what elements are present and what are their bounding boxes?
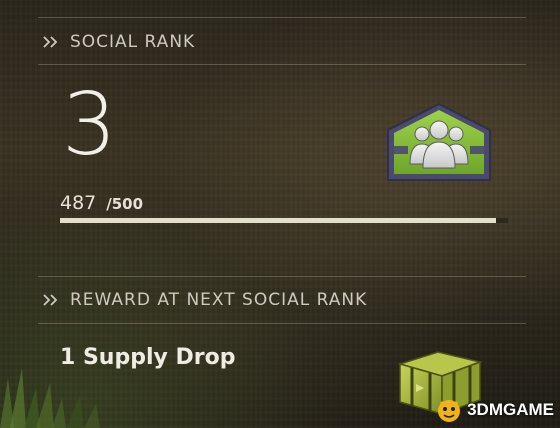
reward-title: REWARD AT NEXT SOCIAL RANK — [70, 290, 368, 310]
progress-bar-fill — [60, 218, 497, 223]
double-chevron-icon — [42, 293, 60, 307]
reward-item: 1 Supply Drop — [60, 345, 236, 370]
progress-bar — [60, 218, 508, 223]
watermark-logo-icon — [438, 400, 461, 422]
progress-current: 487 — [60, 192, 97, 214]
progress-max: /500 — [106, 195, 144, 213]
divider-reward — [38, 323, 526, 324]
divider-top — [38, 17, 526, 18]
divider-middle — [38, 276, 526, 277]
social-rank-title: SOCIAL RANK — [70, 32, 196, 52]
rank-number: 3 — [62, 75, 117, 175]
social-rank-header: SOCIAL RANK — [42, 32, 195, 52]
double-chevron-icon — [42, 35, 60, 49]
watermark-text: 3DMGAME — [467, 400, 554, 419]
divider-social-rank — [38, 64, 526, 65]
reward-header: REWARD AT NEXT SOCIAL RANK — [42, 290, 367, 310]
social-rank-badge-icon — [387, 102, 491, 181]
watermark: 3DMGAME — [435, 396, 554, 424]
progress-readout: 487 /500 — [60, 192, 143, 214]
